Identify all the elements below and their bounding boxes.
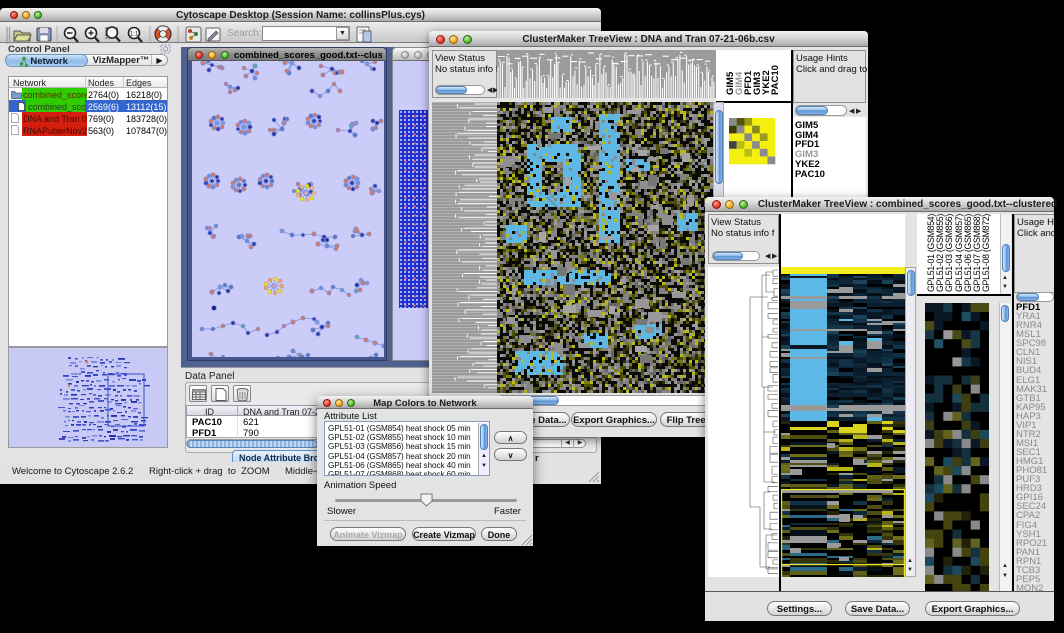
- svg-text:1:1: 1:1: [130, 32, 139, 38]
